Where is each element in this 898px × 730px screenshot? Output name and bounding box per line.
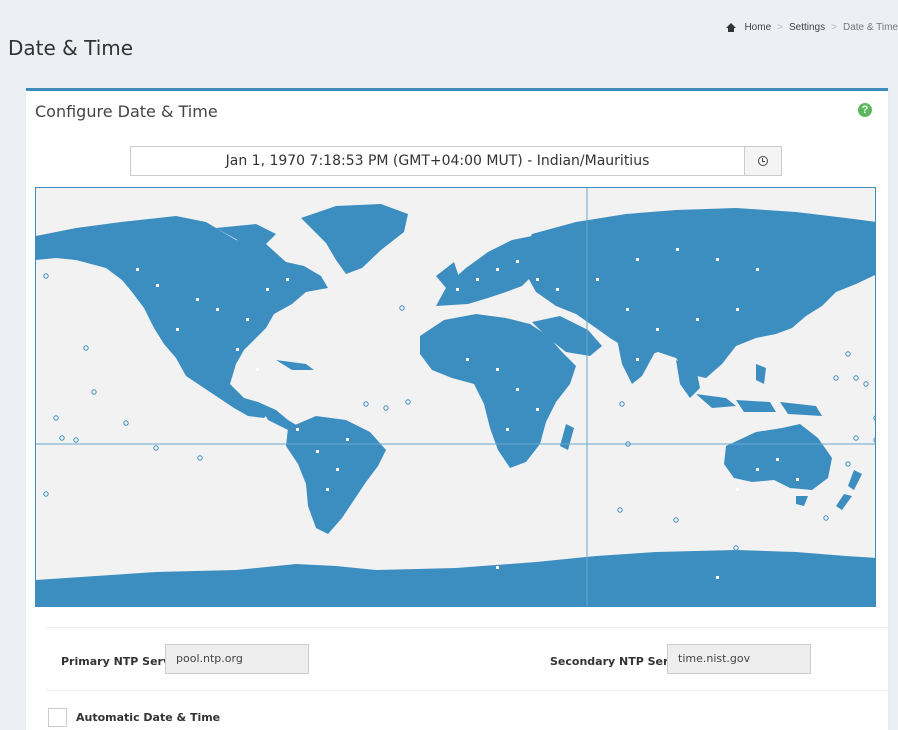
breadcrumb-settings[interactable]: Settings xyxy=(789,22,825,33)
island-marker[interactable] xyxy=(863,381,869,387)
city-marker[interactable] xyxy=(516,260,519,263)
island-marker[interactable] xyxy=(43,491,49,497)
island-marker[interactable] xyxy=(197,455,203,461)
primary-ntp-input[interactable]: pool.ntp.org xyxy=(165,644,309,674)
page-title: Date & Time xyxy=(8,36,134,60)
city-marker[interactable] xyxy=(516,388,519,391)
island-marker[interactable] xyxy=(53,415,59,421)
island-marker[interactable] xyxy=(873,415,876,421)
city-marker[interactable] xyxy=(316,450,319,453)
city-marker[interactable] xyxy=(636,358,639,361)
land-masses xyxy=(36,204,875,606)
island-marker[interactable] xyxy=(733,545,739,551)
city-marker[interactable] xyxy=(266,288,269,291)
island-marker[interactable] xyxy=(83,345,89,351)
city-marker[interactable] xyxy=(476,278,479,281)
island-marker[interactable] xyxy=(153,445,159,451)
island-marker[interactable] xyxy=(853,435,859,441)
breadcrumb-current: Date & Time xyxy=(842,22,898,33)
city-marker[interactable] xyxy=(676,248,679,251)
city-marker[interactable] xyxy=(496,566,499,569)
island-marker[interactable] xyxy=(43,273,49,279)
city-marker[interactable] xyxy=(236,348,239,351)
configure-box: Configure Date & Time ? Jan 1, 1970 7:18… xyxy=(26,88,888,730)
automatic-datetime-label: Automatic Date & Time xyxy=(76,711,221,724)
world-map-svg[interactable] xyxy=(36,188,876,607)
city-marker[interactable] xyxy=(536,278,539,281)
island-marker[interactable] xyxy=(853,375,859,381)
island-marker[interactable] xyxy=(619,401,625,407)
city-marker[interactable] xyxy=(246,318,249,321)
secondary-ntp-input[interactable]: time.nist.gov xyxy=(667,644,811,674)
city-marker[interactable] xyxy=(196,298,199,301)
island-marker[interactable] xyxy=(617,507,623,513)
island-marker[interactable] xyxy=(845,351,851,357)
island-marker[interactable] xyxy=(91,389,97,395)
city-marker[interactable] xyxy=(536,408,539,411)
city-marker[interactable] xyxy=(346,438,349,441)
city-marker[interactable] xyxy=(696,318,699,321)
city-marker[interactable] xyxy=(296,428,299,431)
city-marker[interactable] xyxy=(636,258,639,261)
city-marker[interactable] xyxy=(756,268,759,271)
timezone-map[interactable] xyxy=(35,187,876,607)
city-marker[interactable] xyxy=(256,368,259,371)
island-marker[interactable] xyxy=(873,437,876,443)
island-marker[interactable] xyxy=(59,435,65,441)
city-marker[interactable] xyxy=(156,284,159,287)
city-marker[interactable] xyxy=(736,488,739,491)
city-marker[interactable] xyxy=(716,258,719,261)
city-marker[interactable] xyxy=(216,308,219,311)
city-marker[interactable] xyxy=(626,308,629,311)
clock-icon xyxy=(758,156,768,166)
datetime-text: Jan 1, 1970 7:18:53 PM (GMT+04:00 MUT) -… xyxy=(131,147,745,175)
breadcrumb-home[interactable]: Home xyxy=(744,22,771,33)
city-marker[interactable] xyxy=(556,288,559,291)
island-marker[interactable] xyxy=(399,305,405,311)
city-marker[interactable] xyxy=(336,468,339,471)
island-marker[interactable] xyxy=(123,420,129,426)
automatic-datetime-checkbox[interactable] xyxy=(48,708,67,727)
island-marker[interactable] xyxy=(73,437,79,443)
divider xyxy=(46,627,888,628)
city-marker[interactable] xyxy=(656,328,659,331)
city-marker[interactable] xyxy=(756,468,759,471)
breadcrumb: Home > Settings > Date & Time xyxy=(726,22,898,33)
city-marker[interactable] xyxy=(496,368,499,371)
city-marker[interactable] xyxy=(776,458,779,461)
island-marker[interactable] xyxy=(673,517,679,523)
city-marker[interactable] xyxy=(136,268,139,271)
city-marker[interactable] xyxy=(286,278,289,281)
box-title: Configure Date & Time xyxy=(35,102,218,121)
island-marker[interactable] xyxy=(405,399,411,405)
island-marker[interactable] xyxy=(845,461,851,467)
island-marker[interactable] xyxy=(363,401,369,407)
datetime-picker-button[interactable] xyxy=(745,147,781,175)
breadcrumb-separator: > xyxy=(777,22,783,33)
home-icon xyxy=(726,23,737,32)
island-marker[interactable] xyxy=(823,515,829,521)
city-marker[interactable] xyxy=(496,268,499,271)
datetime-display: Jan 1, 1970 7:18:53 PM (GMT+04:00 MUT) -… xyxy=(130,146,782,176)
city-marker[interactable] xyxy=(456,288,459,291)
city-marker[interactable] xyxy=(326,488,329,491)
city-marker[interactable] xyxy=(466,358,469,361)
city-marker[interactable] xyxy=(796,478,799,481)
question-circle-icon[interactable]: ? xyxy=(858,103,872,117)
city-marker[interactable] xyxy=(736,308,739,311)
divider xyxy=(46,690,888,691)
city-marker[interactable] xyxy=(596,278,599,281)
city-marker[interactable] xyxy=(176,328,179,331)
island-marker[interactable] xyxy=(833,375,839,381)
city-marker[interactable] xyxy=(716,576,719,579)
city-marker[interactable] xyxy=(506,428,509,431)
breadcrumb-separator: > xyxy=(831,22,837,33)
island-marker[interactable] xyxy=(383,405,389,411)
